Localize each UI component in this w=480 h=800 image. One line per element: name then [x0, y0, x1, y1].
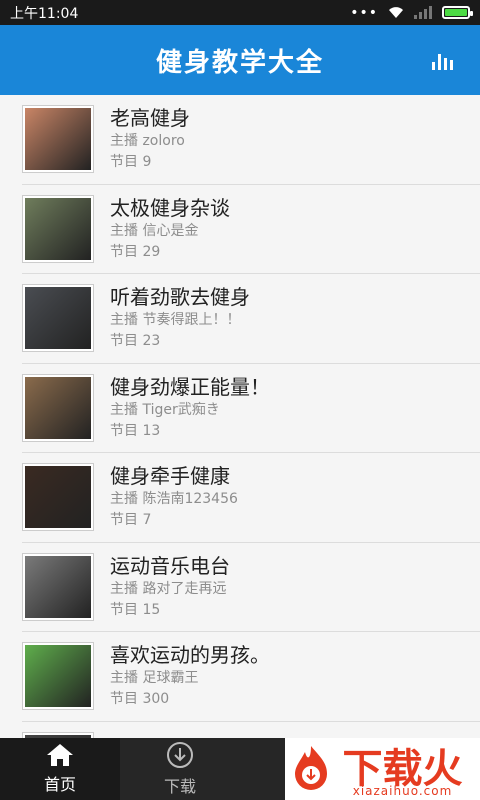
- program-episodes: 节目 29: [110, 243, 161, 260]
- program-host: 主播 路对了走再远: [110, 580, 227, 597]
- signal-icon: [414, 6, 432, 19]
- program-list[interactable]: 老高健身 主播 zoloro 节目 9 太极健身杂谈 主播 信心是金 节目 29…: [0, 95, 480, 738]
- program-episodes: 节目 23: [110, 333, 161, 350]
- program-info: 太极健身杂谈 主播 信心是金 节目 29: [110, 195, 230, 263]
- program-thumbnail: [22, 552, 94, 621]
- tab-home[interactable]: 首页: [0, 738, 120, 800]
- program-host: 主播 zoloro: [110, 133, 185, 150]
- notification-dots: •••: [350, 4, 378, 21]
- program-info: 运动音乐电台 主播 路对了走再远 节目 15: [110, 553, 230, 621]
- program-episodes: 节目 13: [110, 422, 161, 439]
- program-info: 健身牵手健康 主播 陈浩南123456 节目 7: [110, 463, 238, 531]
- program-host: 主播 Tiger武痴き: [110, 401, 220, 418]
- list-item[interactable]: 太极健身杂谈 主播 信心是金 节目 29: [22, 185, 480, 274]
- program-name: 喜欢运动的男孩。: [110, 643, 270, 668]
- thumbnail-image: [25, 555, 91, 618]
- list-item[interactable]: 听着劲歌去健身 主播 节奏得跟上！！ 节目 23: [22, 274, 480, 364]
- brand-watermark: 下载火 xiazaihuo.com: [285, 738, 480, 800]
- program-episodes: 节目 9: [110, 154, 152, 171]
- program-name: 老高健身: [110, 106, 190, 131]
- status-bar: 上午11:04 •••: [0, 0, 480, 25]
- program-name: 健身牵手健康: [110, 464, 230, 489]
- program-info: 健身劲爆正能量！ 主播 Tiger武痴き 节目 13: [110, 374, 270, 442]
- list-item[interactable]: 老高健身 主播 zoloro 节目 9: [22, 95, 480, 185]
- app-bar: 健身教学大全: [0, 25, 480, 95]
- tab-download[interactable]: 下载: [120, 738, 240, 800]
- list-item[interactable]: 健身牵手健康 主播 陈浩南123456 节目 7: [22, 453, 480, 543]
- thumbnail-image: [25, 287, 91, 350]
- status-icons: •••: [350, 4, 473, 21]
- list-item[interactable]: 喜欢运动的男孩。 主播 足球霸王 节目 300: [22, 632, 480, 722]
- program-episodes: 节目 300: [110, 691, 170, 708]
- program-thumbnail: [22, 463, 94, 532]
- program-info: 喜欢运动的男孩。 主播 足球霸王 节目 300: [110, 642, 270, 710]
- download-icon: [167, 742, 193, 768]
- program-thumbnail: [22, 373, 94, 442]
- tab-download-label: 下载: [163, 777, 196, 796]
- thumbnail-image: [25, 466, 91, 529]
- program-host: 主播 节奏得跟上！！: [110, 312, 241, 329]
- tab-home-label: 首页: [43, 775, 76, 794]
- status-time: 上午11:04: [10, 5, 79, 22]
- list-item[interactable]: 健身劲爆正能量！ 主播 Tiger武痴き 节目 13: [22, 364, 480, 453]
- program-name: 运动音乐电台: [110, 553, 230, 578]
- program-thumbnail: [22, 105, 94, 174]
- thumbnail-image: [25, 197, 91, 260]
- thumbnail-image: [25, 376, 91, 439]
- program-host: 主播 足球霸王: [110, 670, 199, 687]
- thumbnail-image: [25, 108, 91, 171]
- battery-level: [445, 9, 467, 16]
- brand-url: xiazaihuo.com: [352, 784, 453, 798]
- program-host: 主播 信心是金: [110, 222, 199, 239]
- program-name: 健身劲爆正能量！: [110, 374, 270, 399]
- program-episodes: 节目 15: [110, 601, 161, 618]
- program-name: 太极健身杂谈: [110, 195, 230, 220]
- thumbnail-image: [25, 645, 91, 708]
- program-host: 主播 陈浩南123456: [110, 491, 238, 508]
- list-item[interactable]: 运动音乐电台 主播 路对了走再远 节目 15: [22, 543, 480, 632]
- brand-name: 下载火: [342, 746, 463, 792]
- battery-icon: [442, 6, 473, 19]
- page-title: 健身教学大全: [155, 47, 324, 78]
- program-episodes: 节目 7: [110, 512, 152, 529]
- home-icon: [47, 744, 73, 766]
- program-thumbnail: [22, 194, 94, 263]
- program-thumbnail: [22, 284, 94, 353]
- program-info: 老高健身 主播 zoloro 节目 9: [110, 105, 190, 173]
- program-name: 听着劲歌去健身: [110, 285, 250, 310]
- wifi-icon: [389, 7, 403, 18]
- list-item[interactable]: 健身运动: [22, 722, 480, 738]
- bar-chart-icon[interactable]: [432, 50, 454, 70]
- program-info: 听着劲歌去健身 主播 节奏得跟上！！ 节目 23: [110, 284, 250, 352]
- program-thumbnail: [22, 642, 94, 711]
